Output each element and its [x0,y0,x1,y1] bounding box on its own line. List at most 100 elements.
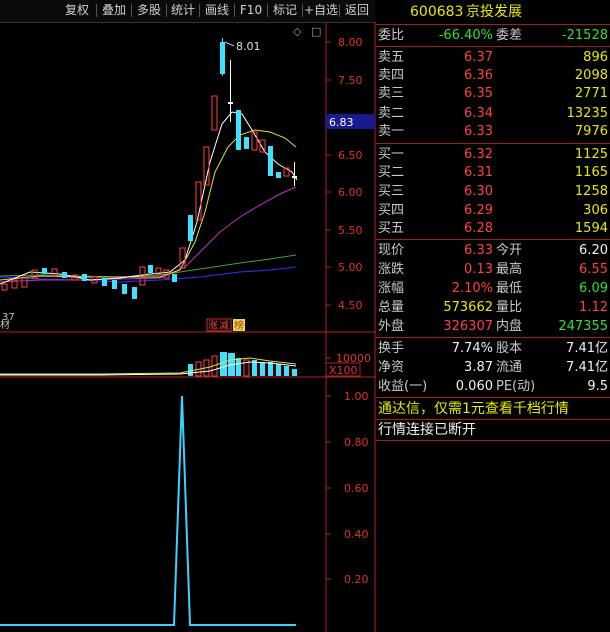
stats-row-change: 涨跌 0.13 最高 6.55 [376,261,610,279]
price-tick: 5.50 [338,224,363,237]
fin-value: 7.74% [451,341,493,356]
ask-label: 卖一 [378,124,405,139]
ask-row[interactable]: 卖五 6.37 896 [376,49,610,67]
candle [220,42,225,74]
toolbar-button-back[interactable]: 返回 [340,2,374,19]
candle [1,283,8,291]
divider [376,46,610,47]
promo-link[interactable]: 通达信，仅需1元查看千档行情 [376,400,610,418]
bid-row[interactable]: 买一 6.32 1125 [376,146,610,164]
bid-volume: 1165 [574,165,608,180]
order-ratio-row: 委比 -66.40% 委差 -21528 [376,27,610,45]
toolbar-button-fuquan[interactable]: 复权 [58,2,96,19]
indicator-tick: 0.80 [344,436,369,449]
stat-value: 6.09 [579,281,608,296]
toolbar-button-tongji[interactable]: 统计 [167,2,199,19]
candle [211,95,218,131]
volume-bar [236,358,241,376]
stat-value: 247355 [558,319,608,334]
indicator-tick: 0.40 [344,528,369,541]
fin-row-assets: 净资 3.87 流通 7.41亿 [376,359,610,377]
stat-value: 2.10% [451,281,493,296]
ask-volume: 2098 [574,68,608,83]
toolbar-button-add-watchlist[interactable]: +自选 [303,2,339,19]
ask-row[interactable]: 卖三 6.35 2771 [376,85,610,103]
ask-label: 卖三 [378,86,405,101]
volume-bar [220,352,227,376]
ask-volume: 13235 [566,106,608,121]
bid-price: 6.28 [464,221,493,236]
divider [376,143,610,144]
candle [188,215,193,241]
divider [376,24,610,25]
ask-price: 6.33 [464,124,493,139]
stat-label: 今开 [496,243,523,258]
ma-line-yellow [0,129,297,281]
volume-bar [260,363,265,376]
candle [268,146,273,176]
stock-header: 600683 京投发展 [376,3,610,23]
stat-label: 内盘 [496,319,523,334]
ask-row[interactable]: 卖二 6.34 13235 [376,105,610,123]
toolbar-button-f10[interactable]: F10 [235,2,267,19]
bid-label: 买五 [378,221,405,236]
candle [102,278,107,286]
ask-price: 6.36 [464,68,493,83]
ask-label: 卖四 [378,68,405,83]
bid-row[interactable]: 买四 6.29 306 [376,202,610,220]
volume-bar [292,369,297,376]
price-axis: 8.00 7.50 7.00 6.50 6.00 5.50 5.00 4.50 [326,36,363,312]
bid-row[interactable]: 买二 6.31 1165 [376,164,610,182]
bid-price: 6.29 [464,203,493,218]
event-tag-limit: 涨 [208,320,218,332]
box-marker-icon[interactable]: □ [311,25,321,38]
bid-row[interactable]: 买五 6.28 1594 [376,220,610,238]
stat-label: 总量 [378,300,405,315]
promo-text[interactable]: 通达信，仅需1元查看千档行情 [378,400,569,418]
stat-value: 6.20 [579,243,608,258]
fin-label: PE(动) [496,379,536,394]
indicator-tick: 0.20 [344,573,369,586]
bid-price: 6.30 [464,184,493,199]
fin-label: 收益(一) [378,379,428,394]
candle [228,102,233,104]
candle [112,280,117,289]
diamond-marker-icon[interactable]: ◇ [293,25,302,38]
bid-volume: 306 [583,203,608,218]
fin-row-eps: 收益(一) 0.060 PE(动) 9.5 [376,378,610,396]
order-diff-value: -21528 [561,28,608,43]
volume-bar [268,362,273,376]
divider [376,440,610,441]
candle [172,274,177,282]
ask-volume: 7976 [574,124,608,139]
bid-label: 买三 [378,184,405,199]
ask-volume: 896 [583,50,608,65]
fin-label: 股本 [496,341,523,356]
ask-row[interactable]: 卖四 6.36 2098 [376,67,610,85]
kline-chart[interactable]: 8.00 7.50 7.00 6.50 6.00 5.50 5.00 4.50 … [0,22,376,632]
fin-label: 换手 [378,341,405,356]
divider [376,239,610,240]
candle [292,176,297,178]
stats-row-outer-inner: 外盘 326307 内盘 247355 [376,318,610,336]
fin-value: 7.41亿 [566,360,608,375]
stat-label: 最低 [496,281,523,296]
toolbar-button-diejia[interactable]: 叠加 [97,2,131,19]
connection-status-text: 行情连接已断开 [378,422,476,438]
ask-price: 6.37 [464,50,493,65]
stat-value: 1.12 [579,300,608,315]
toolbar-button-duogu[interactable]: 多股 [132,2,166,19]
toolbar-button-biaoji[interactable]: 标记 [268,2,302,19]
stat-value: 0.13 [464,262,493,277]
price-tick: 6.00 [338,186,363,199]
volume-ma-yellow [0,357,297,375]
ask-row[interactable]: 卖一 6.33 7976 [376,123,610,141]
divider [376,419,610,420]
stat-label: 涨跌 [378,262,405,277]
toolbar-button-huaxian[interactable]: 画线 [200,2,234,19]
fin-value: 7.41亿 [566,341,608,356]
bid-row[interactable]: 买三 6.30 1258 [376,183,610,201]
ask-volume: 2771 [574,86,608,101]
event-tag-reduce: 减 [219,320,229,332]
indicator-line [0,395,296,626]
